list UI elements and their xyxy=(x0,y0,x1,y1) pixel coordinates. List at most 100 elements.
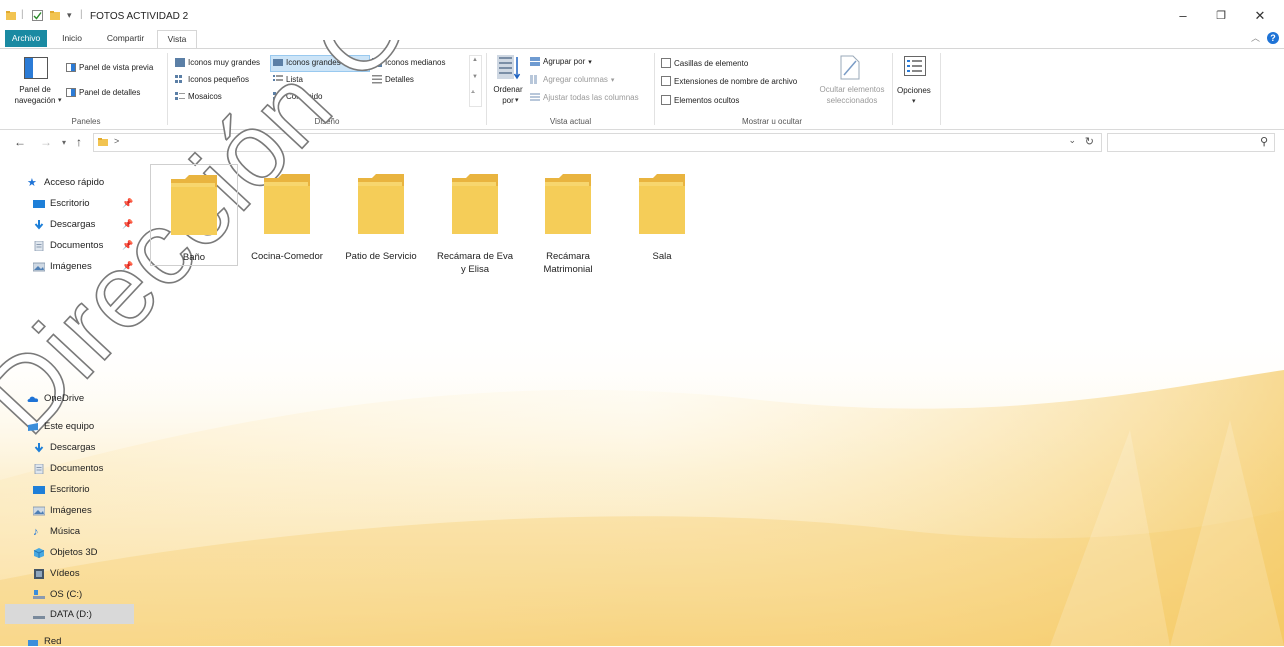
new-folder-icon[interactable] xyxy=(50,11,60,20)
layout-extra-large-icons[interactable]: Iconos muy grandes xyxy=(175,58,260,67)
downloads-icon xyxy=(34,219,44,230)
address-dropdown-icon[interactable]: ⌄ xyxy=(1068,135,1076,146)
pin-icon[interactable]: 📌 xyxy=(122,198,133,209)
sidebar-pc-descargas[interactable]: Descargas xyxy=(33,442,95,453)
sidebar-pc-escritorio[interactable]: Escritorio xyxy=(33,484,90,495)
folder-item-bano[interactable]: Baño xyxy=(150,164,238,266)
folder-icon xyxy=(358,174,404,234)
sidebar-quick-access-label: Acceso rápido xyxy=(44,177,105,188)
file-extensions-checkbox[interactable] xyxy=(661,76,671,86)
help-icon[interactable]: ? xyxy=(1267,32,1279,44)
pin-icon[interactable]: 📌 xyxy=(122,261,133,272)
back-arrow-icon[interactable]: ← xyxy=(14,135,26,149)
group-by-label: Agrupar por xyxy=(543,57,586,66)
tab-vista[interactable]: Vista xyxy=(157,30,197,49)
sidebar-quick-access[interactable]: ★ Acceso rápido xyxy=(27,177,104,188)
file-extensions-toggle[interactable]: Extensiones de nombre de archivo xyxy=(661,76,797,86)
tab-archivo[interactable]: Archivo xyxy=(5,30,47,47)
sidebar-network[interactable]: Red xyxy=(27,636,61,647)
fit-columns-button[interactable]: Ajustar todas las columnas xyxy=(530,93,639,102)
sidebar-item-documentos[interactable]: Documentos xyxy=(33,240,103,251)
close-button[interactable]: ✕ xyxy=(1245,6,1275,26)
video-icon xyxy=(34,568,44,579)
background-decoration xyxy=(0,330,1284,646)
search-input[interactable]: ⚲ xyxy=(1107,133,1275,152)
item-checkboxes-checkbox[interactable] xyxy=(661,58,671,68)
sidebar-onedrive[interactable]: OneDrive xyxy=(27,393,84,404)
add-columns-button[interactable]: Agregar columnas ▾ xyxy=(530,75,614,84)
folder-item-recamara-matrimonial[interactable]: Recámara Matrimonial xyxy=(525,164,611,278)
star-icon: ★ xyxy=(27,176,37,189)
options-button[interactable]: Opciones xyxy=(897,86,931,95)
pin-icon[interactable]: 📌 xyxy=(122,240,133,251)
preview-pane-button[interactable]: Panel de vista previa xyxy=(66,63,153,72)
recent-locations-icon[interactable]: ▾ xyxy=(62,138,66,147)
sidebar-pc-imagenes[interactable]: Imágenes xyxy=(33,505,92,516)
sidebar-item-label: Objetos 3D xyxy=(50,547,98,558)
medium-icons-icon xyxy=(372,58,382,67)
layout-content[interactable]: Contenido xyxy=(273,92,322,101)
sort-by-button[interactable]: Ordenar por xyxy=(491,84,525,106)
pin-icon[interactable]: 📌 xyxy=(122,219,133,230)
sidebar-pc-videos[interactable]: Vídeos xyxy=(33,568,80,579)
sidebar-pc-musica[interactable]: ♪ Música xyxy=(33,526,80,537)
sidebar-item-descargas[interactable]: Descargas xyxy=(33,219,95,230)
address-bar[interactable]: > ⌄ ↻ xyxy=(93,133,1102,152)
scroll-down-icon[interactable]: ▼ xyxy=(472,74,478,80)
layout-tiles[interactable]: Mosaicos xyxy=(175,92,222,101)
item-checkboxes-toggle[interactable]: Casillas de elemento xyxy=(661,58,748,68)
hidden-items-toggle[interactable]: Elementos ocultos xyxy=(661,95,739,105)
folder-name: Baño xyxy=(182,252,206,263)
folder-item-patio-de-servicio[interactable]: Patio de Servicio xyxy=(338,164,424,264)
list-icon xyxy=(273,75,283,81)
sidebar-item-escritorio[interactable]: Escritorio xyxy=(33,198,90,209)
cube-3d-icon xyxy=(33,547,45,558)
layout-scrollbar[interactable]: ▲ ▼ ⩡ xyxy=(469,55,482,107)
scroll-up-icon[interactable]: ▲ xyxy=(472,57,478,63)
tab-inicio[interactable]: Inicio xyxy=(53,30,91,47)
hide-selected-button[interactable]: Ocultar elementos seleccionados xyxy=(814,84,890,106)
navigation-pane-button[interactable]: Panel de navegación xyxy=(6,84,64,106)
group-by-icon xyxy=(530,57,540,66)
layout-small-icons[interactable]: Iconos pequeños xyxy=(175,75,249,84)
fit-columns-icon xyxy=(530,93,540,101)
paneles-group-label: Paneles xyxy=(71,117,101,126)
forward-arrow-icon[interactable]: → xyxy=(40,135,52,149)
title-bar: | ▾ | FOTOS ACTIVIDAD 2 – ❐ ✕ xyxy=(0,0,1284,30)
sidebar-this-pc-label: Este equipo xyxy=(44,421,95,432)
details-pane-button[interactable]: Panel de detalles xyxy=(66,88,140,97)
sidebar-item-label: Documentos xyxy=(50,463,104,474)
sidebar-pc-os-c[interactable]: OS (C:) xyxy=(33,589,82,600)
layout-extra-large-label: Iconos muy grandes xyxy=(188,58,261,67)
minimize-button[interactable]: – xyxy=(1168,6,1198,26)
content-icon xyxy=(273,92,283,100)
folder-item-recamara-de-eva-y-elisa[interactable]: Recámara de Eva y Elisa xyxy=(432,164,518,278)
tab-compartir[interactable]: Compartir xyxy=(98,30,153,47)
network-icon xyxy=(28,639,38,646)
sidebar-this-pc[interactable]: Este equipo xyxy=(27,421,94,432)
sidebar-pc-data-d[interactable]: DATA (D:) xyxy=(33,609,92,620)
sidebar-item-imagenes[interactable]: Imágenes xyxy=(33,261,92,272)
layout-list[interactable]: Lista xyxy=(273,75,303,84)
layout-details[interactable]: Detalles xyxy=(372,75,414,84)
up-arrow-icon[interactable]: ↑ xyxy=(76,135,82,149)
layout-large-icons[interactable]: Iconos grandes xyxy=(273,58,341,67)
breadcrumb-separator[interactable]: > xyxy=(114,136,119,146)
maximize-button[interactable]: ❐ xyxy=(1206,6,1236,26)
folder-item-cocina-comedor[interactable]: Cocina-Comedor xyxy=(244,164,330,264)
customize-toolbar-icon[interactable]: ▾ xyxy=(67,10,72,21)
cloud-icon xyxy=(27,396,39,402)
collapse-ribbon-icon[interactable]: ︿ xyxy=(1251,31,1260,44)
group-by-button[interactable]: Agrupar por ▾ xyxy=(530,57,592,66)
layout-medium-icons[interactable]: Iconos medianos xyxy=(372,58,445,67)
pictures-icon xyxy=(33,506,45,515)
sort-by-label: Ordenar por xyxy=(493,85,523,105)
hidden-items-checkbox[interactable] xyxy=(661,95,671,105)
tiles-icon xyxy=(175,92,185,100)
refresh-icon[interactable]: ↻ xyxy=(1085,135,1094,148)
sidebar-pc-objetos-3d[interactable]: Objetos 3D xyxy=(33,547,98,558)
properties-icon[interactable] xyxy=(32,10,43,21)
folder-item-sala[interactable]: Sala xyxy=(619,164,705,264)
sidebar-pc-documentos[interactable]: Documentos xyxy=(33,463,103,474)
expand-gallery-icon[interactable]: ⩡ xyxy=(471,89,475,97)
